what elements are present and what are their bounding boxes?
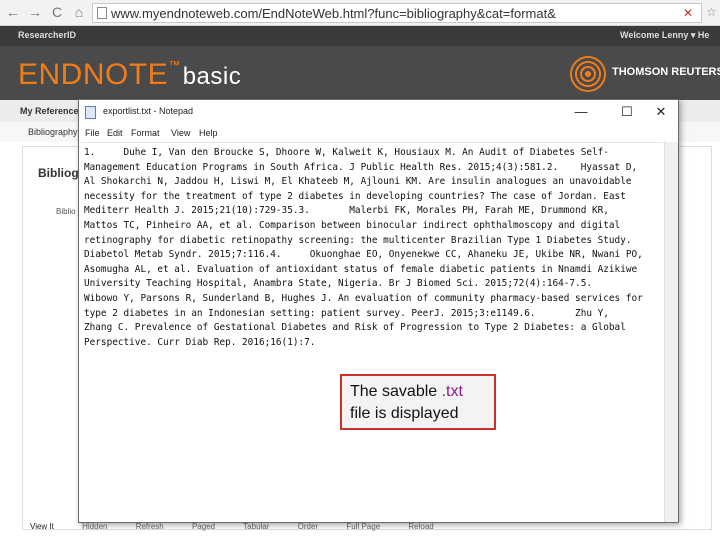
back-arrow-icon[interactable]: ← [4,3,22,21]
tab-my-references[interactable]: My References [20,106,84,116]
reload-icon[interactable]: C [48,3,66,21]
address-bar[interactable]: www.myendnoteweb.com/EndNoteWeb.html?fun… [92,3,702,23]
url-text: www.myendnoteweb.com/EndNoteWeb.html?fun… [111,6,556,21]
thomson-reuters-logo-icon [570,56,606,92]
notepad-icon [85,106,96,119]
text-line: Mattos TC, Pinheiro AA, et al. Compariso… [84,219,621,231]
text-line: Wibowo Y, Parsons R, Sunderland B, Hughe… [84,292,643,304]
menu-help[interactable]: Help [199,128,218,138]
researcher-id-bar: ResearcherID Welcome Lenny ▾ He [0,26,720,46]
text-line: Al Shokarchi N, Jaddou H, Liswi M, El Kh… [84,176,632,188]
publisher-name: THOMSON REUTERS [612,66,720,78]
page-icon [97,7,107,19]
menu-format[interactable]: Format [131,128,160,138]
welcome-menu[interactable]: Welcome Lenny ▾ He [620,30,709,41]
bottom-tab[interactable]: View It [30,522,54,531]
text-line: Zhang C. Prevalence of Gestational Diabe… [84,322,626,334]
star-icon[interactable]: ☆ [706,5,717,19]
text-line: Asomugha AL, et al. Evaluation of antiox… [84,263,638,275]
text-line: Perspective. Curr Diab Rep. 2016;16(1):7… [84,336,316,348]
bottom-tab[interactable]: Full Page [346,522,380,531]
notepad-titlebar[interactable]: exportlist.txt - Notepad — ☐ ✕ [79,100,678,126]
bottom-tab[interactable]: Tabular [243,522,269,531]
screen: ← → C ⌂ www.myendnoteweb.com/EndNoteWeb.… [0,0,720,540]
text-line: necessity for the treatment of type 2 di… [84,190,626,202]
notepad-text-area[interactable]: 1. Duhe I, Van den Broucke S, Dhoore W, … [81,142,663,522]
text-line: Mediterr Health J. 2015;21(10):729-35.3.… [84,205,609,217]
minimize-button[interactable]: — [567,103,595,121]
section-label: Biblio [56,207,76,216]
menu-view[interactable]: View [171,128,190,138]
forward-arrow-icon[interactable]: → [26,3,44,21]
window-title: exportlist.txt - Notepad [103,106,194,116]
text-line: retinography for diabetic retinopathy sc… [84,234,632,246]
bottom-tab[interactable]: Reload [408,522,433,531]
bottom-tabs: View It Hidden Refresh Paged Tabular Ord… [30,522,460,531]
researcher-id-link[interactable]: ResearcherID [18,30,76,40]
callout-extension: .txt [441,383,463,400]
browser-toolbar: ← → C ⌂ www.myendnoteweb.com/EndNoteWeb.… [0,0,720,26]
menu-edit[interactable]: Edit [107,128,123,138]
text-line: University Teaching Hospital, Anambra St… [84,278,592,290]
text-line: type 2 diabetes in an Indonesian setting… [84,307,609,319]
vertical-scrollbar[interactable] [664,142,678,522]
brand-header: ENDNOTE™basic THOMSON REUTERS [0,46,720,100]
text-line: Management Education Programs in South A… [84,161,638,173]
stop-icon[interactable]: ✕ [683,6,693,20]
bottom-tab[interactable]: Order [298,522,318,531]
bottom-tab[interactable]: Hidden [82,522,107,531]
subtab-bibliography[interactable]: Bibliography [28,127,78,137]
text-line: 1. Duhe I, Van den Broucke S, Dhoore W, … [84,147,609,158]
notepad-window[interactable]: exportlist.txt - Notepad — ☐ ✕ File Edit… [78,99,679,523]
close-button[interactable]: ✕ [647,103,675,121]
callout-text: file is displayed [350,405,459,422]
callout-annotation: The savable .txt file is displayed [340,374,496,430]
callout-text: The savable [350,383,442,400]
endnote-logo: ENDNOTE™basic [18,58,242,91]
menu-file[interactable]: File [85,128,100,138]
bottom-tab[interactable]: Paged [192,522,215,531]
text-line: Diabetol Metab Syndr. 2015;7:116.4. Okuo… [84,249,643,261]
notepad-menubar: File Edit Format View Help [79,126,678,142]
home-icon[interactable]: ⌂ [70,3,88,21]
maximize-button[interactable]: ☐ [613,103,641,121]
bottom-tab[interactable]: Refresh [136,522,164,531]
page-title: Bibliogr [38,166,84,180]
